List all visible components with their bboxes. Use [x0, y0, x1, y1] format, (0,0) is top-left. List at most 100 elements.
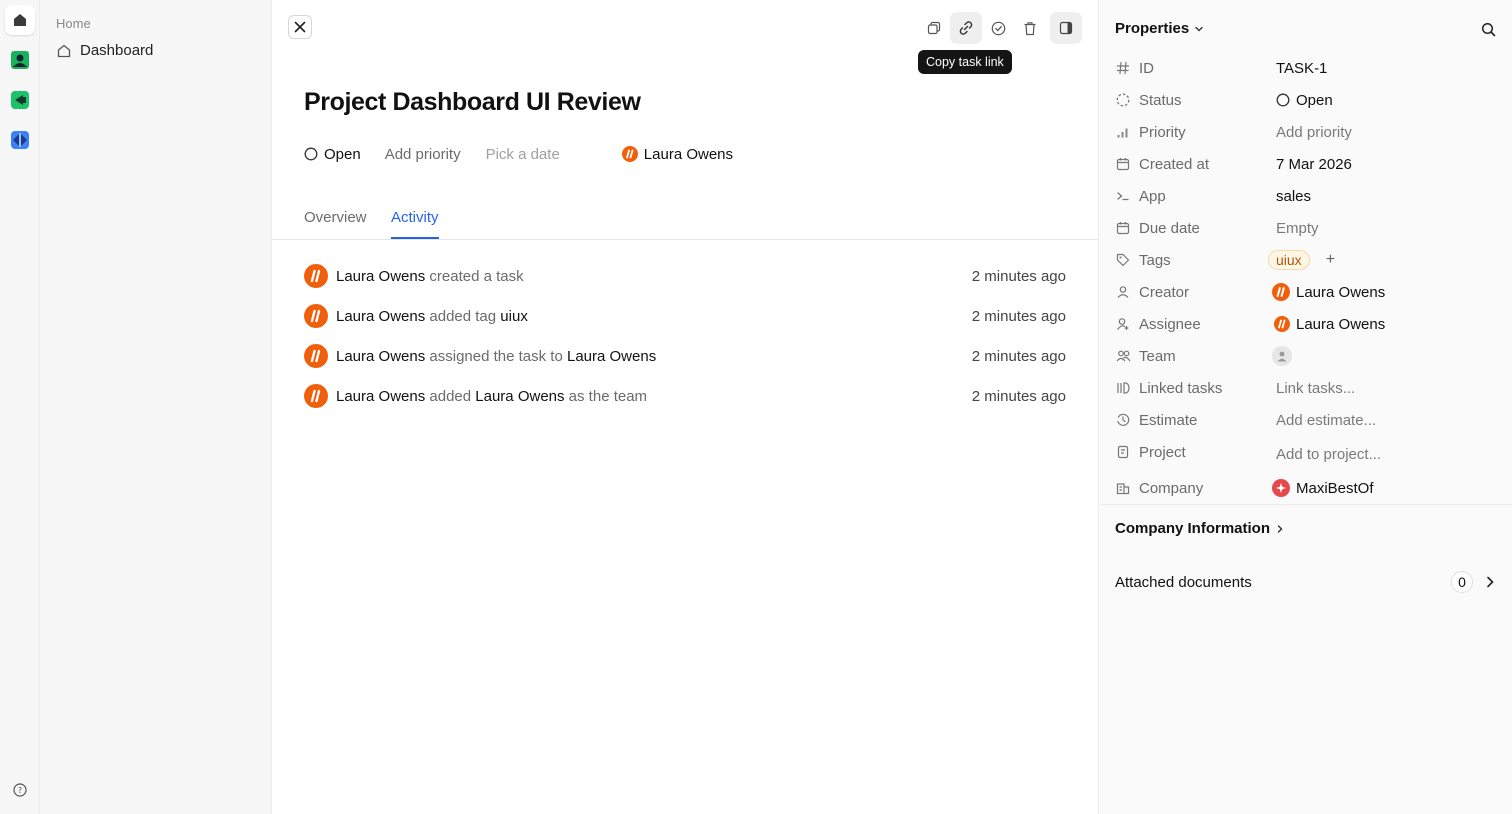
help-button[interactable]: ? [5, 775, 35, 805]
project-value[interactable]: Add to project... [1276, 446, 1381, 463]
task-id-value: TASK-1 [1276, 59, 1328, 77]
linked-tasks-value[interactable]: Link tasks... [1276, 380, 1355, 397]
hash-icon [1115, 60, 1131, 76]
tag-pill[interactable]: uiux [1268, 250, 1310, 270]
complete-button[interactable] [982, 12, 1014, 44]
help-icon: ? [13, 783, 27, 797]
activity-actor: Laura Owens [336, 267, 426, 285]
prop-app: App sales [1115, 184, 1495, 208]
tags-value: uiux + [1268, 250, 1335, 270]
building-icon [1115, 480, 1131, 496]
prop-linked-tasks[interactable]: Linked tasks Link tasks... [1115, 376, 1495, 400]
activity-item: Laura Owens assigned the task to Laura O… [304, 336, 1066, 376]
linked-tasks-icon [1115, 380, 1131, 396]
home-icon [14, 14, 26, 26]
duplicate-button[interactable] [918, 12, 950, 44]
prop-label: Priority [1139, 123, 1186, 141]
svg-text:?: ? [18, 786, 22, 795]
task-meta-row: Open Add priority Pick a date Laura Owen… [304, 143, 733, 165]
task-detail: Copy task link Project Dashboard UI Revi… [272, 0, 1098, 814]
team-value[interactable] [1272, 346, 1292, 366]
prop-assignee[interactable]: Assignee Laura Owens [1115, 312, 1495, 336]
prop-project[interactable]: Project Add to project... [1115, 440, 1495, 464]
add-tag-button[interactable]: + [1326, 251, 1335, 269]
toggle-panel-button[interactable] [1050, 12, 1082, 44]
copy-link-button[interactable] [950, 12, 982, 44]
due-date-value[interactable]: Empty [1276, 220, 1319, 237]
prop-label: Created at [1139, 155, 1210, 173]
assignee-name: Laura Owens [643, 145, 734, 163]
status-selector[interactable]: Open [304, 146, 361, 163]
user-avatar-icon [1272, 283, 1290, 301]
properties-title: Properties [1115, 20, 1190, 37]
user-plus-icon [1115, 316, 1131, 332]
home-outline-icon [57, 44, 71, 57]
activity-action: added tag [429, 307, 497, 325]
chevron-right-icon [1487, 576, 1494, 588]
status-label: Open [324, 145, 361, 163]
user-icon [1115, 284, 1131, 300]
priority-value[interactable]: Add priority [1276, 124, 1352, 141]
diamond-app-icon [11, 131, 29, 149]
meet-app-icon [11, 91, 29, 109]
properties-dropdown[interactable]: Properties [1115, 20, 1205, 37]
prop-id: ID TASK-1 [1115, 56, 1495, 80]
close-icon [294, 21, 306, 33]
prop-status[interactable]: Status Open [1115, 88, 1495, 112]
prop-estimate[interactable]: Estimate Add estimate... [1115, 408, 1495, 432]
activity-time: 2 minutes ago [971, 307, 1066, 325]
home-button[interactable] [5, 5, 35, 35]
prop-priority[interactable]: Priority Add priority [1115, 120, 1495, 144]
prop-label: Company [1139, 479, 1204, 497]
calendar-icon [1115, 220, 1131, 236]
sidebar: Home Dashboard [40, 0, 272, 814]
creator-name: Laura Owens [1296, 283, 1386, 301]
date-picker[interactable]: Pick a date [486, 146, 560, 163]
company-information-toggle[interactable]: Company Information [1115, 520, 1286, 537]
activity-action: created a task [429, 267, 524, 285]
prop-team[interactable]: Team [1115, 344, 1495, 368]
copy-icon [927, 21, 941, 35]
status-value[interactable]: Open [1276, 92, 1333, 109]
meet-app-button[interactable] [5, 85, 35, 115]
company-value[interactable]: MaxiBestOf [1272, 479, 1374, 497]
link-icon [959, 21, 973, 35]
prop-due-date[interactable]: Due date Empty [1115, 216, 1495, 240]
creator-value: Laura Owens [1272, 283, 1386, 301]
close-button[interactable] [288, 15, 312, 39]
estimate-clock-icon [1115, 412, 1131, 428]
prop-label: Linked tasks [1139, 379, 1223, 397]
sidebar-item-dashboard[interactable]: Dashboard [56, 42, 153, 59]
user-avatar-icon [304, 304, 328, 328]
prop-label: Creator [1139, 283, 1190, 301]
activity-target: Laura Owens [475, 387, 565, 405]
sidebar-heading: Home [56, 16, 91, 31]
prop-label: Estimate [1139, 411, 1198, 429]
check-circle-icon [991, 21, 1005, 35]
terminal-icon [1115, 188, 1131, 204]
project-app-button[interactable] [5, 125, 35, 155]
app-rail: ? [0, 0, 40, 814]
user-avatar-icon [1274, 316, 1290, 332]
priority-selector[interactable]: Add priority [385, 146, 461, 163]
assignee-value[interactable]: Laura Owens [1274, 315, 1386, 333]
tab-overview[interactable]: Overview [304, 209, 367, 237]
crm-app-button[interactable] [5, 45, 35, 75]
user-avatar-icon [304, 384, 328, 408]
prop-label: App [1139, 187, 1166, 205]
activity-action: assigned the task to [429, 347, 563, 365]
activity-target: Laura Owens [566, 347, 657, 365]
estimate-value[interactable]: Add estimate... [1276, 412, 1376, 429]
assignee-value-name: Laura Owens [1296, 315, 1386, 333]
assignee-selector[interactable]: Laura Owens [621, 145, 734, 163]
activity-time: 2 minutes ago [971, 267, 1066, 285]
activity-text: Laura Owens created a task [336, 268, 524, 285]
search-button[interactable] [1481, 22, 1496, 41]
prop-company[interactable]: Company MaxiBestOf [1115, 476, 1495, 500]
task-title[interactable]: Project Dashboard UI Review [304, 88, 641, 117]
attached-documents-row[interactable]: Attached documents 0 [1115, 570, 1499, 594]
user-avatar-icon [304, 264, 328, 288]
tab-activity[interactable]: Activity [391, 209, 439, 239]
delete-button[interactable] [1014, 12, 1046, 44]
prop-label: Status [1139, 91, 1182, 109]
